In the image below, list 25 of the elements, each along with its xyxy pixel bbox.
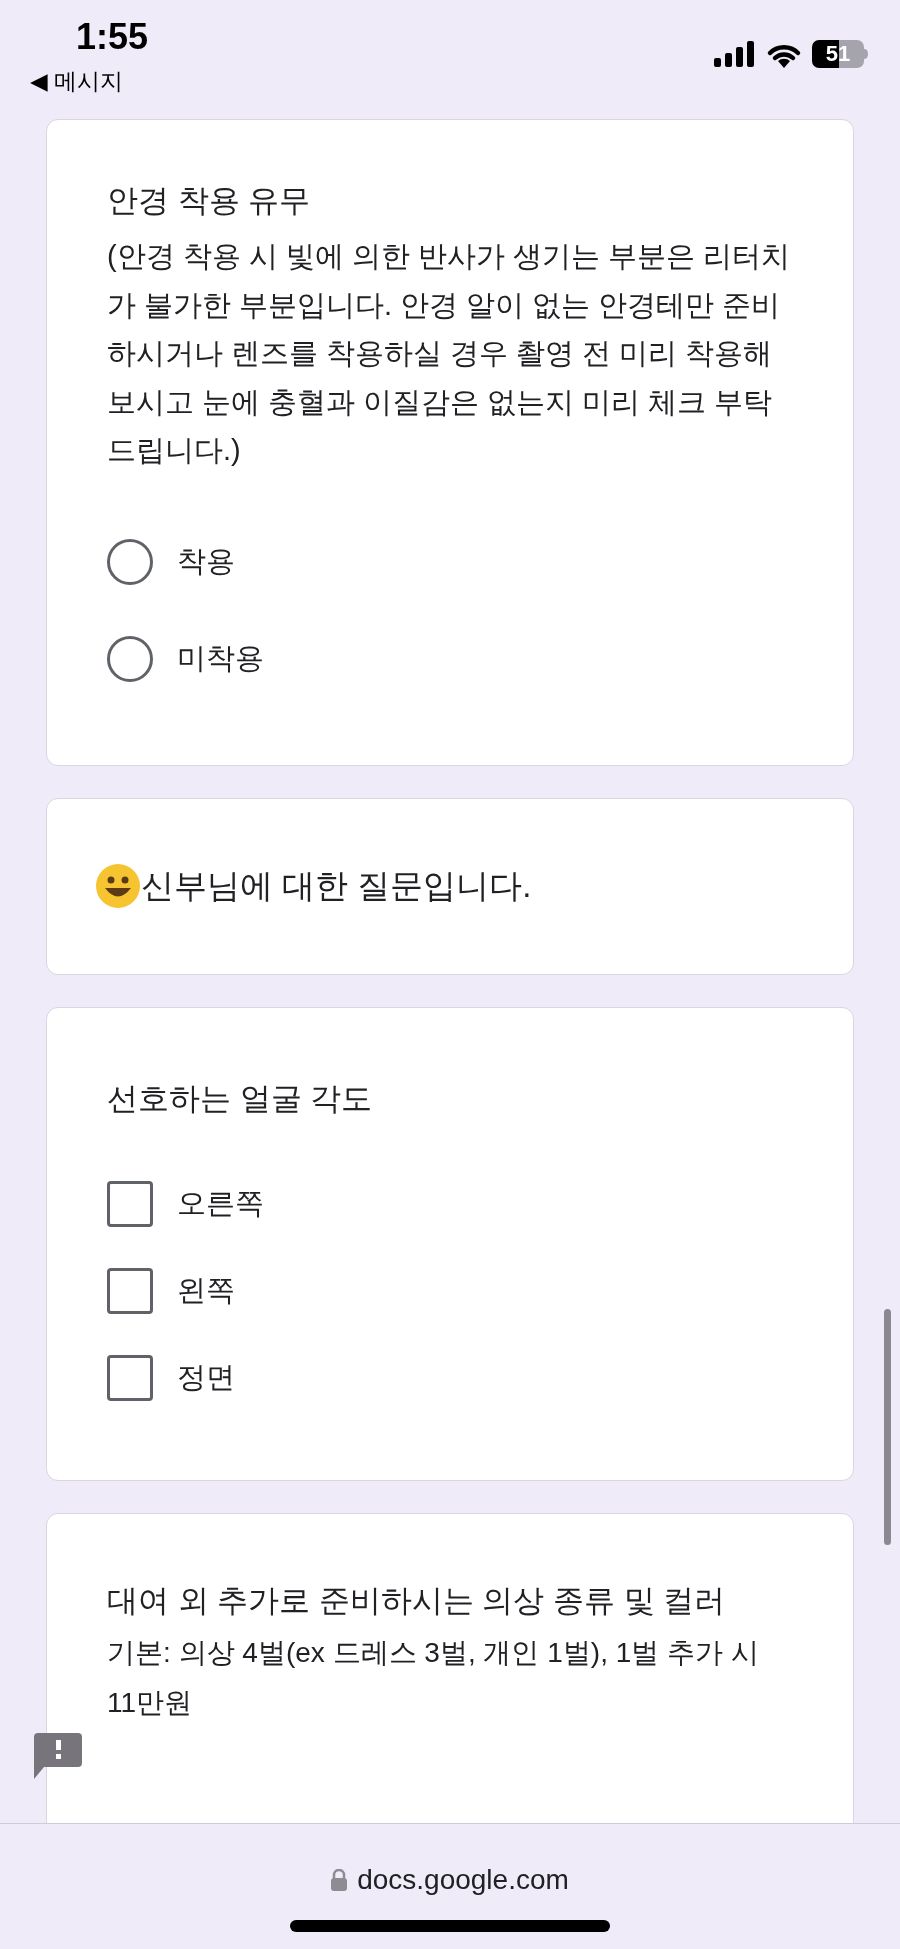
question-title: 대여 외 추가로 준비하시는 의상 종류 및 컬러 [107, 1581, 727, 1620]
option-label: 미착용 [177, 641, 264, 677]
option-label: 착용 [177, 544, 235, 580]
checkbox[interactable] [107, 1355, 153, 1401]
option-label: 왼쪽 [177, 1273, 235, 1309]
feedback-icon[interactable] [34, 1733, 82, 1779]
back-link[interactable]: ◀ 메시지 [30, 66, 124, 96]
question-title: 선호하는 얼굴 각도 [107, 1079, 374, 1118]
scrollbar[interactable] [884, 1309, 891, 1545]
question-title: 안경 착용 유무 [107, 182, 312, 220]
url-text[interactable]: docs.google.com [357, 1862, 569, 1898]
checkbox[interactable] [107, 1268, 153, 1314]
question-description: 기본: 의상 4벌(ex 드레스 3벌, 개인 1벌), 1벌 추가 시 11만원 [107, 1635, 760, 1720]
option-label: 오른쪽 [177, 1186, 264, 1222]
signal-icon [714, 41, 756, 67]
radio-button[interactable] [107, 539, 153, 585]
option-label: 정면 [177, 1360, 235, 1396]
checkbox[interactable] [107, 1181, 153, 1227]
radio-button[interactable] [107, 636, 153, 682]
lock-icon [331, 1869, 348, 1891]
question-description: (안경 착용 시 빛에 의한 반사가 생기는 부분은 리터치가 불가한 부분입니다. 안경 알이 없는 안경테만 준비하시거나 렌즈를 착용하실 경우 촬영 전 미리 착용해보시고 눈에 충혈과 이질감은 없는지 미리 체크 부탁드립니다.) [107, 239, 792, 468]
section-title: 신부님에 대한 질문입니다. [141, 866, 532, 907]
battery-tip-icon [864, 49, 868, 59]
clock: 1:55 [76, 16, 149, 58]
smiley-icon [95, 863, 141, 909]
